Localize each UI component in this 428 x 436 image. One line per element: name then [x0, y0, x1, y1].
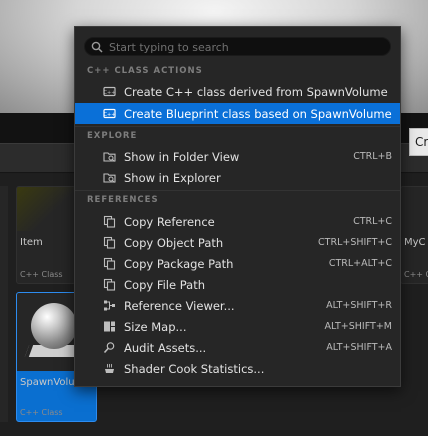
tooltip-partial: Cr	[409, 128, 428, 156]
menu-item-create-blueprint-class[interactable]: C++ Create Blueprint class based on Spaw…	[75, 103, 400, 124]
menu-item-copy-package-path[interactable]: Copy Package Path CTRL+ALT+C	[75, 253, 400, 274]
menu-item-create-cpp-class[interactable]: C++ Create C++ class derived from SpawnV…	[75, 81, 400, 102]
asset-tile-partial-left[interactable]	[0, 186, 8, 422]
menu-item-shortcut: CTRL+C	[353, 216, 392, 227]
asset-context-menu: C++ CLASS ACTIONS C++ Create C++ class d…	[74, 26, 401, 387]
copy-icon	[103, 215, 116, 228]
menu-item-label: Copy Object Path	[124, 236, 224, 250]
menu-item-shortcut: ALT+SHIFT+M	[324, 321, 392, 332]
menu-item-label: Reference Viewer...	[124, 299, 235, 313]
menu-item-copy-file-path[interactable]: Copy File Path	[75, 274, 400, 295]
menu-item-copy-object-path[interactable]: Copy Object Path CTRL+SHIFT+C	[75, 232, 400, 253]
copy-icon	[103, 257, 116, 270]
menu-item-label: Shader Cook Statistics...	[124, 362, 265, 376]
asset-tile-partial-right[interactable]: MyC C++ C	[400, 186, 428, 284]
menu-item-label: Audit Assets...	[124, 341, 207, 355]
shader-icon	[103, 362, 116, 375]
menu-item-size-map[interactable]: Size Map... ALT+SHIFT+M	[75, 316, 400, 337]
audit-icon	[103, 341, 116, 354]
folder-search-icon	[103, 171, 116, 184]
folder-search-icon	[103, 150, 116, 163]
menu-item-label: Show in Folder View	[124, 150, 240, 164]
menu-item-label: Copy File Path	[124, 278, 205, 292]
menu-item-shortcut: ALT+SHIFT+R	[326, 300, 392, 311]
menu-item-reference-viewer[interactable]: Reference Viewer... ALT+SHIFT+R	[75, 295, 400, 316]
menu-item-label: Size Map...	[124, 320, 187, 334]
asset-name: Item	[20, 237, 43, 248]
menu-item-label: Copy Package Path	[124, 257, 234, 271]
blueprint-class-icon: C++	[103, 107, 116, 120]
asset-type: C++ C	[404, 270, 428, 279]
reference-viewer-icon	[103, 299, 116, 312]
asset-type: C++ Class	[20, 270, 63, 279]
menu-item-shortcut: CTRL+ALT+C	[328, 258, 392, 269]
section-header-explore: EXPLORE	[87, 131, 138, 141]
asset-tile-item[interactable]: Item C++ Class	[16, 186, 76, 284]
menu-separator	[75, 126, 400, 127]
menu-item-shortcut: ALT+SHIFT+A	[326, 342, 392, 353]
asset-type: C++ Class	[20, 408, 63, 417]
menu-separator	[75, 190, 400, 191]
search-icon	[91, 41, 103, 53]
search-box[interactable]	[84, 37, 391, 56]
svg-text:C++: C++	[104, 112, 116, 118]
svg-text:C++: C++	[104, 90, 116, 96]
menu-item-show-in-explorer[interactable]: Show in Explorer	[75, 167, 400, 188]
menu-item-show-in-folder-view[interactable]: Show in Folder View CTRL+B	[75, 146, 400, 167]
asset-name: MyC	[404, 237, 426, 248]
copy-icon	[103, 236, 116, 249]
section-header-references: REFERENCES	[87, 195, 159, 205]
menu-item-label: Copy Reference	[124, 215, 215, 229]
menu-item-shortcut: CTRL+SHIFT+C	[318, 237, 392, 248]
menu-item-audit-assets[interactable]: Audit Assets... ALT+SHIFT+A	[75, 337, 400, 358]
menu-item-label: Show in Explorer	[124, 171, 221, 185]
asset-name: SpawnVolu	[20, 377, 75, 388]
cpp-class-icon: C++	[103, 85, 116, 98]
thumbnail-sphere-shape	[31, 303, 77, 349]
copy-icon	[103, 278, 116, 291]
menu-item-copy-reference[interactable]: Copy Reference CTRL+C	[75, 211, 400, 232]
search-input[interactable]	[109, 39, 385, 55]
menu-item-label: Create Blueprint class based on SpawnVol…	[124, 107, 392, 121]
menu-item-label: Create C++ class derived from SpawnVolum…	[124, 85, 388, 99]
section-header-cpp-class-actions: C++ CLASS ACTIONS	[87, 66, 203, 76]
asset-thumbnail	[17, 187, 75, 231]
size-map-icon	[103, 320, 116, 333]
menu-item-shortcut: CTRL+B	[353, 151, 392, 162]
menu-item-shader-cook-statistics[interactable]: Shader Cook Statistics...	[75, 358, 400, 379]
